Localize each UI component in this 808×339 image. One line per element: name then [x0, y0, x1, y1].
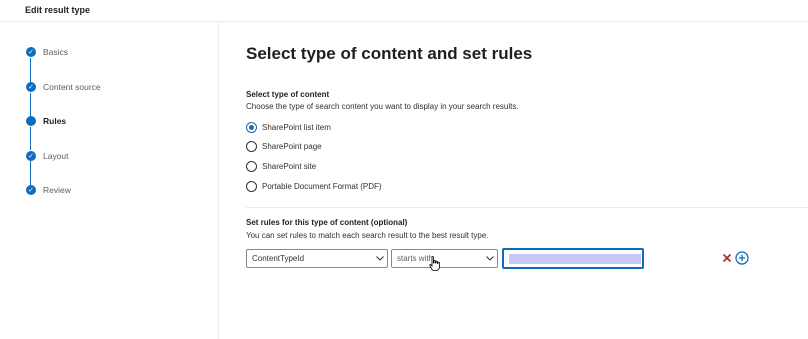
chevron-down-icon	[483, 250, 497, 267]
check-icon: ✓	[26, 82, 36, 92]
radio-button[interactable]	[246, 180, 257, 192]
property-dropdown[interactable]: ContentTypeId	[246, 249, 388, 268]
radio-label: SharePoint page	[262, 141, 322, 151]
step-label: Review	[43, 185, 71, 195]
main-content: Select type of content and set rules Sel…	[219, 22, 808, 339]
rule-value-input[interactable]	[502, 248, 644, 269]
section-divider	[246, 207, 808, 208]
step-review[interactable]: ✓ Review	[26, 183, 71, 197]
rules-description: You can set rules to match each search r…	[246, 231, 489, 240]
radio-button[interactable]	[246, 121, 257, 133]
close-icon[interactable]	[722, 253, 732, 263]
radio-label: SharePoint list item	[262, 122, 331, 132]
radio-label: Portable Document Format (PDF)	[262, 181, 382, 191]
step-label: Layout	[43, 151, 69, 161]
radio-label: SharePoint site	[262, 161, 317, 171]
radio-sharepoint-list-item[interactable]: SharePoint list item	[246, 120, 331, 134]
step-rules[interactable]: Rules	[26, 114, 66, 128]
check-icon: ✓	[26, 185, 36, 195]
step-label: Rules	[43, 116, 67, 126]
page-title: Select type of content and set rules	[246, 44, 533, 63]
content-type-description: Choose the type of search content you wa…	[246, 102, 519, 111]
radio-sharepoint-site[interactable]: SharePoint site	[246, 159, 316, 173]
property-value: ContentTypeId	[252, 254, 305, 263]
step-layout[interactable]: ✓ Layout	[26, 149, 69, 163]
radio-pdf[interactable]: Portable Document Format (PDF)	[246, 179, 382, 193]
step-label: Basics	[43, 47, 69, 57]
content-type-title: Select type of content	[246, 90, 330, 99]
radio-button[interactable]	[246, 140, 257, 152]
step-content-source[interactable]: ✓ Content source	[26, 80, 101, 94]
step-connector	[30, 161, 31, 185]
step-connector	[30, 127, 31, 150]
step-connector	[30, 58, 31, 82]
check-icon: ✓	[26, 47, 36, 57]
current-step-dot-icon	[26, 116, 36, 126]
check-icon: ✓	[26, 151, 36, 161]
radio-button[interactable]	[246, 160, 257, 172]
chevron-down-icon	[373, 250, 387, 267]
operator-dropdown[interactable]: starts with	[391, 249, 498, 268]
step-basics[interactable]: ✓ Basics	[26, 45, 68, 59]
hand-cursor-icon	[429, 256, 440, 271]
step-label: Content source	[43, 82, 101, 92]
rules-title: Set rules for this type of content (opti…	[246, 218, 408, 227]
panel-title: Edit result type	[25, 5, 91, 15]
wizard-steps: ✓ Basics ✓ Content source Rules ✓ Layout…	[0, 22, 219, 339]
top-bar: Edit result type	[0, 0, 808, 22]
add-circle-icon[interactable]	[735, 251, 749, 265]
radio-sharepoint-page[interactable]: SharePoint page	[246, 139, 322, 153]
step-connector	[30, 93, 31, 116]
selected-text-highlight	[509, 254, 641, 264]
